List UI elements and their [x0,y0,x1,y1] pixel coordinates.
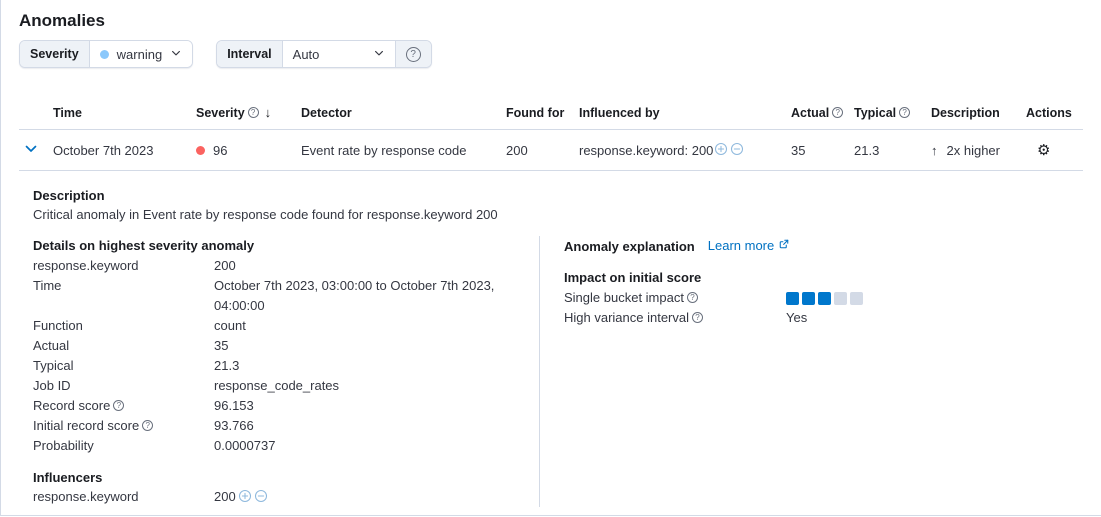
interval-select[interactable]: Auto [283,41,395,67]
severity-filter-select[interactable]: warning [90,41,193,67]
single-bucket-impact-squares [786,292,1067,305]
info-icon: ? [899,107,910,118]
warning-dot-icon [100,50,109,59]
detail-row: Record score? 96.153 [33,396,539,416]
column-header-actions: Actions [1026,105,1083,120]
interval-filter: Interval Auto ? [216,40,431,68]
expander-cell [19,139,53,162]
detail-row: Probability 0.0000737 [33,436,539,456]
add-filter-button[interactable] [238,489,252,506]
info-icon: ? [687,292,698,303]
detail-row: response.keyword 200 [33,256,539,276]
add-filter-button[interactable] [714,142,728,159]
severity-score: 96 [213,143,227,158]
impact-square-empty [850,292,863,305]
external-link-icon [778,236,790,256]
collapse-row-button[interactable] [21,139,41,162]
filter-bar: Severity warning Interval Auto ? [19,40,1083,68]
detector-cell: Event rate by response code [301,143,506,158]
gear-icon[interactable]: ⚙ [1037,141,1050,159]
critical-severity-dot-icon [196,146,205,155]
interval-value: Auto [293,47,320,62]
high-variance-value: Yes [786,308,1067,328]
description-cell: ↑ 2x higher [931,143,1026,158]
severity-filter: Severity warning [19,40,193,68]
actions-cell: ⚙ [1026,141,1083,159]
chevron-down-icon [23,141,39,160]
impact-square-empty [834,292,847,305]
minus-circle-icon [730,142,744,159]
column-header-description: Description [931,105,1026,120]
page-title: Anomalies [19,10,1083,31]
arrow-up-icon: ↑ [931,143,938,158]
influenced-by-cell: response.keyword: 200 [579,142,791,159]
description-body: Critical anomaly in Event rate by respon… [33,205,1067,224]
chevron-down-icon [170,47,182,62]
detail-row: Function count [33,316,539,336]
time-cell: October 7th 2023 [53,143,196,158]
anomalies-table: Time Severity ? ↓ Detector Found for Inf… [19,97,1083,517]
plus-circle-icon [238,489,252,506]
info-icon: ? [832,107,843,118]
expanded-row-details: Description Critical anomaly in Event ra… [19,171,1083,517]
interval-filter-label: Interval [217,41,282,67]
detail-row: Typical 21.3 [33,356,539,376]
learn-more-link[interactable]: Learn more [708,236,790,256]
description-section: Description Critical anomaly in Event ra… [33,186,1067,224]
influenced-by-value: response.keyword: 200 [579,143,713,158]
chevron-down-icon [373,47,385,62]
remove-filter-button[interactable] [254,489,268,506]
header-expander-spacer [19,105,53,120]
anomalies-page: Anomalies Severity warning Interval Auto… [1,0,1101,517]
column-header-typical: Typical ? [854,105,931,120]
detail-row: Actual 35 [33,336,539,356]
column-header-severity[interactable]: Severity ? ↓ [196,105,301,120]
actual-cell: 35 [791,143,854,158]
interval-help: ? [395,41,431,67]
impact-square-filled [802,292,815,305]
minus-circle-icon [254,489,268,506]
info-icon: ? [113,400,124,411]
explanation-column: Anomaly explanation Learn more Impact on… [540,236,1067,507]
question-in-circle-icon[interactable]: ? [406,47,421,62]
influencer-label: response.keyword [33,487,214,507]
influencer-value: 200 [214,487,236,507]
info-icon: ? [142,420,153,431]
detail-row: Time October 7th 2023, 03:00:00 to Octob… [33,276,539,316]
description-text: 2x higher [947,143,1000,158]
remove-filter-button[interactable] [730,142,744,159]
impact-square-filled [786,292,799,305]
description-heading: Description [33,186,1067,205]
details-heading: Details on highest severity anomaly [33,236,539,255]
column-header-time: Time [53,105,196,120]
column-header-influenced-by: Influenced by [579,105,791,120]
typical-cell: 21.3 [854,143,931,158]
details-column: Details on highest severity anomaly resp… [33,236,539,507]
influencers-section: Influencers response.keyword 200 [33,468,539,507]
table-row: October 7th 2023 96 Event rate by respon… [19,130,1083,171]
severity-cell: 96 [196,143,301,158]
column-header-found-for: Found for [506,105,579,120]
detail-row: Job ID response_code_rates [33,376,539,396]
impact-square-filled [818,292,831,305]
plus-circle-icon [714,142,728,159]
influencer-row: response.keyword 200 [33,487,539,507]
details-list: response.keyword 200 Time October 7th 20… [33,256,539,456]
column-header-detector: Detector [301,105,506,120]
detail-row: Initial record score? 93.766 [33,416,539,436]
influencers-heading: Influencers [33,468,539,487]
table-header-row: Time Severity ? ↓ Detector Found for Inf… [19,97,1083,130]
impact-heading: Impact on initial score [564,268,1067,288]
found-for-cell: 200 [506,143,579,158]
column-header-actual: Actual ? [791,105,854,120]
single-bucket-impact-row: Single bucket impact? [564,288,1067,308]
info-icon: ? [692,312,703,323]
sort-descending-icon: ↓ [265,105,272,120]
info-icon: ? [248,107,259,118]
severity-filter-value: warning [117,47,163,62]
anomaly-explanation-heading: Anomaly explanation [564,237,695,256]
severity-filter-label: Severity [20,41,90,67]
high-variance-row: High variance interval? Yes [564,308,1067,328]
